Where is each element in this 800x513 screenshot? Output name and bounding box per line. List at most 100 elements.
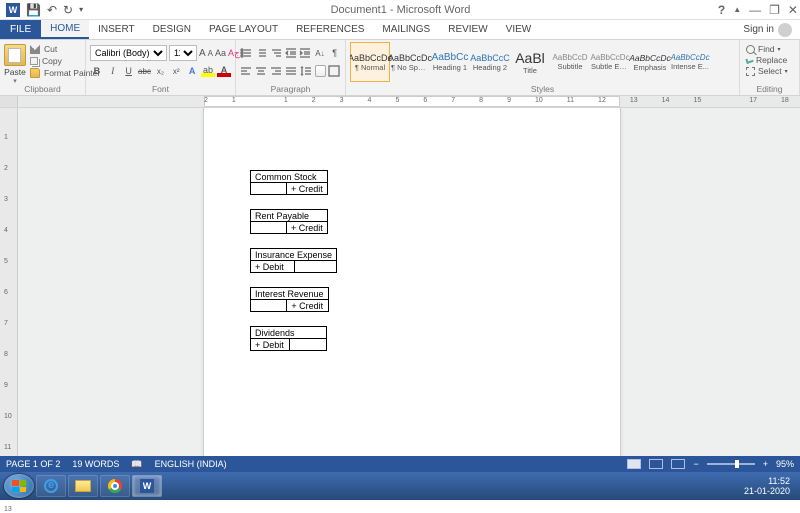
styles-gallery[interactable]: AaBbCcDc¶ NormalAaBbCcDc¶ No Spac...AaBb… <box>350 42 710 82</box>
read-mode-view-button[interactable] <box>649 459 663 469</box>
qat-dropdown-icon[interactable]: ▾ <box>79 5 83 14</box>
quick-access-toolbar: W 💾 ↶ ↻ ▾ <box>2 3 83 17</box>
shrink-font-button[interactable]: A <box>208 46 213 60</box>
format-painter-icon <box>30 68 40 78</box>
style-title[interactable]: AaBlTitle <box>510 42 550 82</box>
underline-button[interactable]: U <box>122 64 136 78</box>
zoom-slider[interactable] <box>707 463 755 465</box>
align-left-button[interactable] <box>240 64 253 78</box>
web-layout-view-button[interactable] <box>671 459 685 469</box>
group-label-clipboard: Clipboard <box>0 84 85 94</box>
zoom-level[interactable]: 95% <box>776 459 794 469</box>
t-account[interactable]: Rent Payable+ Credit <box>250 209 620 234</box>
minimize-button[interactable]: — <box>749 3 761 17</box>
taskbar-word[interactable]: W <box>132 475 162 497</box>
file-tab[interactable]: FILE <box>0 20 41 39</box>
style--normal[interactable]: AaBbCcDc¶ Normal <box>350 42 390 82</box>
redo-icon[interactable]: ↻ <box>63 3 73 17</box>
taskbar-chrome[interactable] <box>100 475 130 497</box>
tab-insert[interactable]: INSERT <box>89 20 144 39</box>
align-center-button[interactable] <box>255 64 268 78</box>
font-family-select[interactable]: Calibri (Body) <box>90 45 167 61</box>
grow-font-button[interactable]: A <box>199 46 206 60</box>
style-emphasis[interactable]: AaBbCcDcEmphasis <box>630 42 670 82</box>
shading-button[interactable] <box>315 65 326 77</box>
group-font: Calibri (Body) 11 A A Aa Aج B I U abc x₂… <box>86 40 236 95</box>
paste-label: Paste <box>4 67 26 77</box>
t-account[interactable]: Dividends+ Debit <box>250 326 620 351</box>
help-icon[interactable]: ? <box>718 3 725 17</box>
tab-page-layout[interactable]: PAGE LAYOUT <box>200 20 287 39</box>
title-bar: W 💾 ↶ ↻ ▾ Document1 - Microsoft Word ? ▲… <box>0 0 800 20</box>
style-subtle-em-[interactable]: AaBbCcDcSubtle Em... <box>590 42 630 82</box>
tab-view[interactable]: VIEW <box>497 20 541 39</box>
change-case-button[interactable]: Aa <box>215 46 226 60</box>
copy-icon <box>30 57 38 65</box>
language-status[interactable]: ENGLISH (INDIA) <box>155 459 227 469</box>
align-right-button[interactable] <box>270 64 283 78</box>
tab-home[interactable]: HOME <box>41 20 89 39</box>
zoom-out-button[interactable]: − <box>693 459 698 469</box>
paste-icon <box>4 44 26 66</box>
numbering-button[interactable] <box>255 46 268 60</box>
tab-review[interactable]: REVIEW <box>439 20 496 39</box>
proofing-icon[interactable]: 📖 <box>131 459 142 470</box>
undo-icon[interactable]: ↶ <box>47 3 57 17</box>
find-button[interactable]: Find ▾ <box>746 44 788 54</box>
ribbon-collapse-icon[interactable]: ▲ <box>733 5 741 14</box>
style--no-spac-[interactable]: AaBbCcDc¶ No Spac... <box>390 42 430 82</box>
highlight-color-button[interactable]: ab <box>201 65 215 77</box>
ribbon: Paste ▾ Cut Copy Format Painter Clipboar… <box>0 40 800 96</box>
style-subtitle[interactable]: AaBbCcDSubtitle <box>550 42 590 82</box>
group-clipboard: Paste ▾ Cut Copy Format Painter Clipboar… <box>0 40 86 95</box>
taskbar-ie[interactable] <box>36 475 66 497</box>
sign-in-label: Sign in <box>743 24 774 35</box>
word-icon: W <box>140 479 154 493</box>
style-heading-1[interactable]: AaBbCcHeading 1 <box>430 42 470 82</box>
group-label-font: Font <box>86 84 235 94</box>
font-size-select[interactable]: 11 <box>169 45 197 61</box>
group-paragraph: A↓ ¶ Paragraph <box>236 40 346 95</box>
start-button[interactable] <box>4 474 34 498</box>
close-button[interactable]: ✕ <box>788 3 798 17</box>
subscript-button[interactable]: x₂ <box>153 64 167 78</box>
decrease-indent-button[interactable] <box>284 46 297 60</box>
strikethrough-button[interactable]: abc <box>138 64 152 78</box>
t-account[interactable]: Insurance Expense+ Debit <box>250 248 620 273</box>
word-count[interactable]: 19 WORDS <box>72 459 119 469</box>
page-area[interactable]: Common Stock+ Credit Rent Payable+ Credit… <box>18 108 800 470</box>
line-spacing-button[interactable] <box>300 64 313 78</box>
system-tray[interactable]: 11:52 21-01-2020 <box>744 476 796 496</box>
bullets-button[interactable] <box>240 46 253 60</box>
print-layout-view-button[interactable] <box>627 459 641 469</box>
increase-indent-button[interactable] <box>299 46 312 60</box>
tab-design[interactable]: DESIGN <box>144 20 200 39</box>
restore-button[interactable]: ❐ <box>769 3 780 17</box>
style-heading-2[interactable]: AaBbCcCHeading 2 <box>470 42 510 82</box>
justify-button[interactable] <box>285 64 298 78</box>
text-effects-button[interactable]: A <box>185 64 199 78</box>
t-account[interactable]: Interest Revenue+ Credit <box>250 287 620 312</box>
avatar-icon <box>778 23 792 37</box>
font-color-button[interactable]: A <box>217 65 231 77</box>
t-account[interactable]: Common Stock+ Credit <box>250 170 620 195</box>
replace-button[interactable]: Replace <box>746 55 788 65</box>
taskbar-explorer[interactable] <box>68 475 98 497</box>
multilevel-list-button[interactable] <box>269 46 282 60</box>
zoom-in-button[interactable]: + <box>763 459 768 469</box>
page-status[interactable]: PAGE 1 OF 2 <box>6 459 60 469</box>
borders-button[interactable] <box>328 64 341 78</box>
tab-references[interactable]: REFERENCES <box>287 20 373 39</box>
select-button[interactable]: Select ▾ <box>746 66 788 76</box>
bold-button[interactable]: B <box>90 64 104 78</box>
tab-mailings[interactable]: MAILINGS <box>373 20 439 39</box>
taskbar: W 11:52 21-01-2020 <box>0 472 800 500</box>
superscript-button[interactable]: x² <box>169 64 183 78</box>
ribbon-tabs: FILE HOMEINSERTDESIGNPAGE LAYOUTREFERENC… <box>0 20 800 40</box>
sign-in[interactable]: Sign in <box>735 20 800 39</box>
sort-button[interactable]: A↓ <box>314 46 327 60</box>
italic-button[interactable]: I <box>106 64 120 78</box>
show-marks-button[interactable]: ¶ <box>328 46 341 60</box>
save-icon[interactable]: 💾 <box>26 3 41 17</box>
style-intense-e-[interactable]: AaBbCcDcIntense E... <box>670 42 710 82</box>
